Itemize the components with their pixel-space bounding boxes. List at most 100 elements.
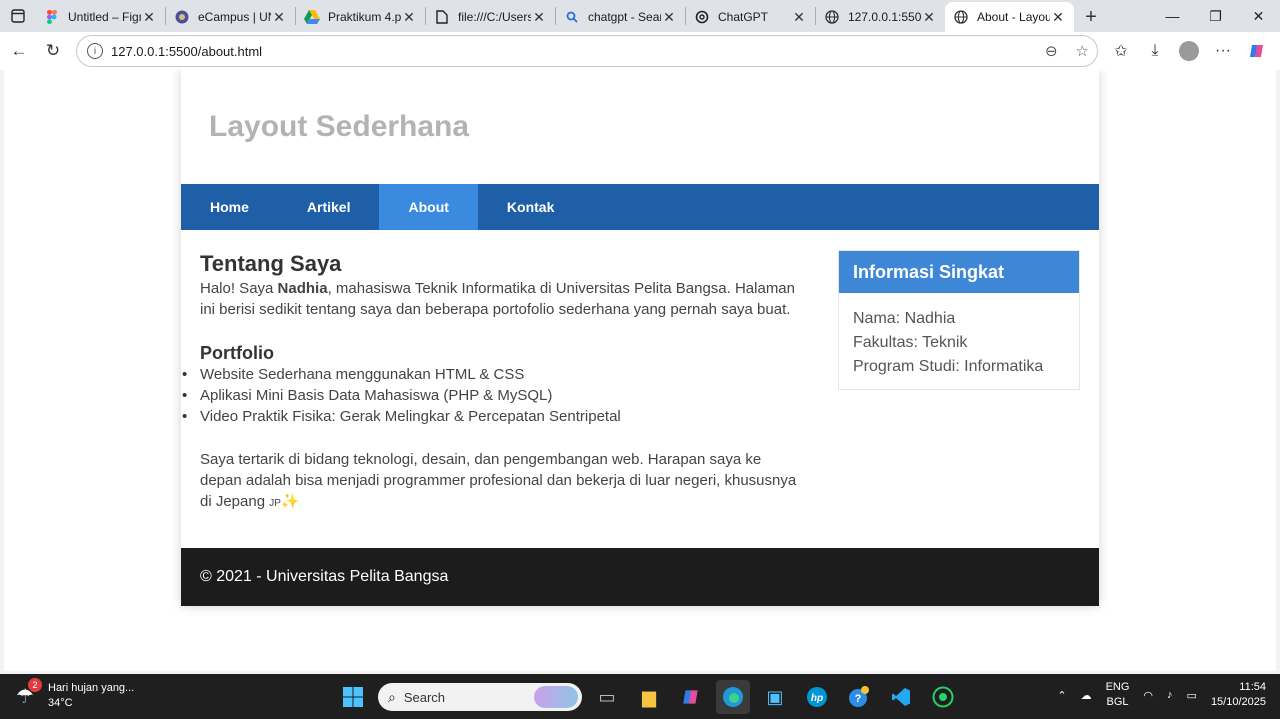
restore-button[interactable]: ❐ [1194,0,1237,32]
nav-kontak[interactable]: Kontak [478,184,583,230]
browser-tab-file[interactable]: file:///C:/Users/ ✕ [426,2,555,32]
whatsapp-button[interactable] [926,680,960,714]
language-indicator[interactable]: ENG BGL [1106,680,1130,710]
browser-tab-strip: Untitled – Figma ✕ eCampus | UNIVERSITAS… [0,0,1280,32]
close-icon[interactable]: ✕ [791,9,807,26]
start-button[interactable] [336,680,370,714]
close-icon[interactable]: ✕ [141,9,157,26]
tab-title: ChatGPT [718,10,769,24]
tab-title: file:///C:/Users/ [458,10,531,24]
portfolio-heading: Portfolio [200,343,274,363]
globe-icon [824,9,840,25]
battery-icon[interactable]: ▭ [1187,689,1197,702]
folder-icon: ▆ [642,686,656,707]
chatgpt-icon [694,9,710,25]
nav-home[interactable]: Home [181,184,278,230]
japan-flag-icon: JP [269,498,281,509]
close-window-button[interactable]: ✕ [1237,0,1280,32]
whatsapp-icon [932,686,954,708]
search-icon [564,9,580,25]
closing-paragraph: Saya tertarik di bidang teknologi, desai… [200,451,797,510]
wifi-icon[interactable]: ◠ [1143,689,1153,702]
help-app-button[interactable]: ? [842,680,876,714]
hp-app-button[interactable]: hp [800,680,834,714]
copilot-icon [683,690,698,704]
file-icon [434,9,450,25]
taskbar-search[interactable]: ⌕ Search [378,683,582,711]
about-heading: Tentang Saya [200,251,342,276]
system-tray: ⌃ ☁ ENG BGL ◠ ♪ ▭ 11:54 15/10/2025 [1057,680,1266,710]
author-name: Nadhia [277,280,328,297]
svg-text:?: ? [855,693,862,705]
taskbar-apps: ⌕ Search ▭ ▆ ▣ hp ? [336,680,960,714]
browser-tab-about[interactable]: About - Layout ✕ [945,2,1074,32]
close-icon[interactable]: ✕ [531,9,547,26]
store-icon: ▣ [766,686,784,707]
info-icon[interactable]: i [87,43,103,59]
close-icon[interactable]: ✕ [921,9,937,26]
reload-button[interactable]: ↻ [36,35,70,67]
url-text[interactable]: 127.0.0.1:5500/about.html [111,44,262,59]
restore-icon: ❐ [1209,7,1222,24]
globe-icon [953,9,969,25]
date: 15/10/2025 [1210,696,1266,708]
task-view-button[interactable]: ▭ [590,680,624,714]
close-icon[interactable]: ✕ [401,9,417,26]
close-icon[interactable]: ✕ [661,9,677,26]
download-icon: ⤓ [1151,42,1159,59]
volume-icon[interactable]: ♪ [1167,689,1173,701]
browser-tab-figma[interactable]: Untitled – Figma ✕ [36,2,165,32]
browser-toolbar: ← ↻ i 127.0.0.1:5500/about.html ⊖ ☆ ✩ ⤓ … [0,32,1280,70]
minimize-button[interactable]: — [1151,0,1194,32]
edge-icon [723,687,743,707]
sidebar-body: Nama: Nadhia Fakultas: Teknik Program St… [839,293,1079,393]
info-sidebar: Informasi Singkat Nama: Nadhia Fakultas:… [838,250,1080,390]
tab-actions-button[interactable] [0,0,36,32]
drive-icon [304,9,320,25]
downloads-button[interactable]: ⤓ [1138,35,1172,67]
vscode-icon [892,688,910,706]
minimize-icon: — [1165,8,1180,24]
file-explorer-button[interactable]: ▆ [632,680,666,714]
search-placeholder: Search [403,689,446,705]
list-item: Website Sederhana menggunakan HTML & CSS [182,364,800,385]
store-button[interactable]: ▣ [758,680,792,714]
onedrive-cloud-icon[interactable]: ☁ [1081,689,1092,702]
copilot-app-button[interactable] [674,680,708,714]
help-icon: ? [849,686,869,707]
browser-tab-search[interactable]: chatgpt - Search ✕ [556,2,685,32]
weather-widget[interactable]: ☂ 2 Hari hujan yang... 34°C [16,678,134,711]
favorites-button[interactable]: ✩ [1104,35,1138,67]
settings-more-button[interactable]: ··· [1206,35,1240,67]
more-options-icon[interactable]: ⊖ [1045,42,1058,60]
close-icon[interactable]: ✕ [271,9,287,26]
nav-artikel[interactable]: Artikel [278,184,380,230]
vscode-button[interactable] [884,680,918,714]
close-icon[interactable]: ✕ [1050,9,1066,26]
site-nav: Home Artikel About Kontak [181,184,1099,230]
back-button[interactable]: ← [2,35,36,67]
site-footer: © 2021 - Universitas Pelita Bangsa [181,548,1099,606]
address-bar[interactable]: i 127.0.0.1:5500/about.html ⊖ ☆ [76,35,1098,67]
browser-tab-ecampus[interactable]: eCampus | UNIVERSITAS ✕ [166,2,295,32]
info-faculty: Fakultas: Teknik [853,334,968,351]
copilot-icon [1250,45,1263,57]
clock[interactable]: 11:54 15/10/2025 [1211,680,1266,710]
campus-icon [174,9,190,25]
nav-about[interactable]: About [379,184,478,230]
favorite-star-icon[interactable]: ☆ [1076,42,1089,60]
info-name: Nama: Nadhia [853,310,956,327]
copilot-button[interactable] [1240,35,1274,67]
windows-taskbar: ☂ 2 Hari hujan yang... 34°C ⌕ Search ▭ ▆ … [0,674,1280,719]
weather-temp: 34°C [48,697,73,709]
rain-umbrella-icon: ☂ 2 [16,678,42,708]
sidebar-title: Informasi Singkat [839,251,1079,293]
ellipsis-icon: ··· [1215,42,1231,59]
profile-avatar[interactable] [1179,41,1199,61]
chevron-up-icon[interactable]: ⌃ [1057,689,1066,702]
browser-tab-localhost[interactable]: 127.0.0.1:5500/ ✕ [816,2,945,32]
new-tab-button[interactable]: + [1074,2,1108,32]
browser-tab-chatgpt[interactable]: ChatGPT ✕ [686,2,815,32]
browser-tab-drive[interactable]: Praktikum 4.pdf ✕ [296,2,425,32]
edge-button[interactable] [716,680,750,714]
